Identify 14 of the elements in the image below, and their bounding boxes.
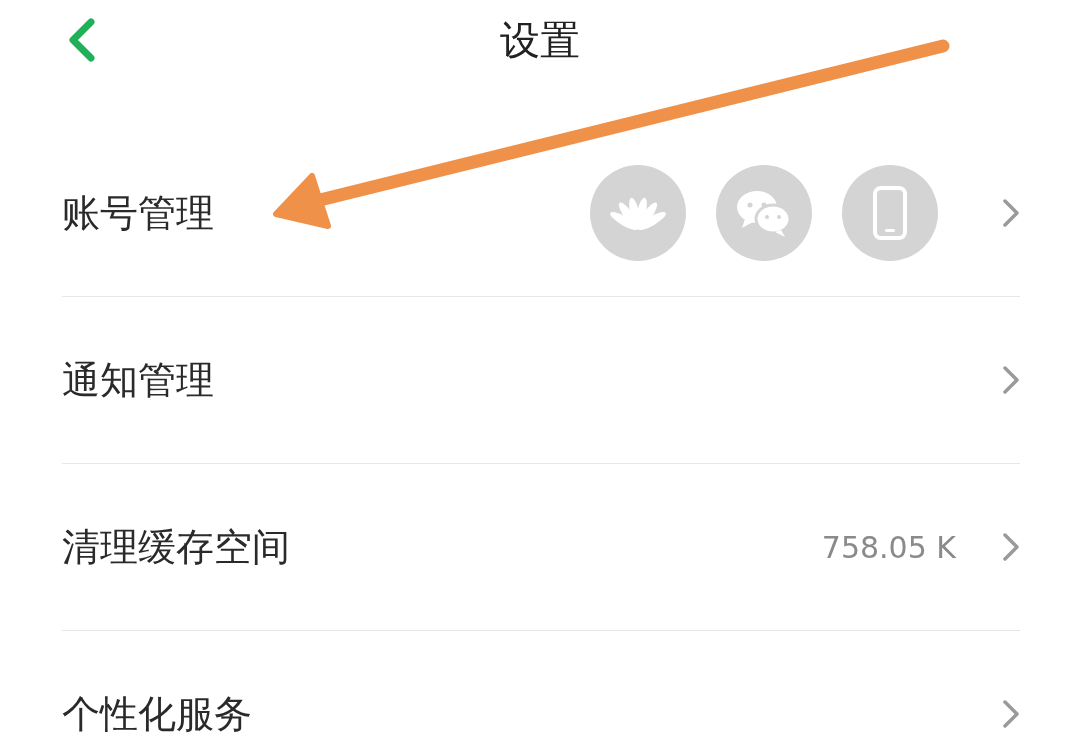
page-title: 设置: [500, 16, 580, 65]
row-label: 账号管理: [62, 189, 215, 237]
chevron-right-icon: [1002, 699, 1020, 729]
settings-row[interactable]: 清理缓存空间 758.05 K: [62, 464, 1020, 631]
chevron-right-icon: [1002, 198, 1020, 228]
settings-row[interactable]: 个性化服务: [62, 631, 1020, 746]
chevron-right-icon: [1002, 532, 1020, 562]
settings-row[interactable]: 账号管理: [62, 130, 1020, 297]
row-label: 清理缓存空间: [62, 523, 291, 571]
row-label: 个性化服务: [62, 690, 253, 738]
cache-size: 758.05 K: [821, 529, 956, 565]
settings-row[interactable]: 通知管理: [62, 297, 1020, 464]
chevron-right-icon: [1002, 365, 1020, 395]
row-label: 通知管理: [62, 356, 215, 404]
